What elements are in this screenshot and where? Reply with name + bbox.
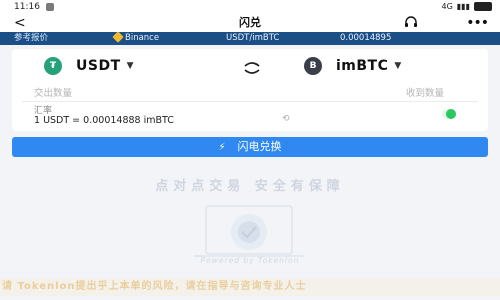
status-indicators: 4G ▮▮▮ [441,2,492,11]
more-icon[interactable]: ••• [466,14,489,32]
exchange-label: Binance [125,33,160,43]
status-time: 11:16 [14,2,40,12]
to-token-selector[interactable]: B imBTC ▼ [304,57,401,75]
binance-icon [112,31,124,43]
flash-swap-button[interactable]: ⚡ 闪电兑换 [12,137,488,157]
reference-price-bar: 参考报价 Binance USDT/imBTC 0.00014895 [0,31,500,45]
trading-pair: USDT/imBTC [226,33,280,43]
flash-swap-label: 闪电兑换 [237,140,282,153]
from-token-symbol: USDT [76,58,121,74]
lightning-icon: ⚡ [218,142,226,153]
chevron-down-icon: ▼ [394,61,402,71]
refresh-icon[interactable]: ⟲ [282,114,290,124]
battery-icon [474,2,492,11]
headset-icon[interactable] [404,16,418,30]
exchange-name: Binance [112,31,160,45]
chevron-down-icon: ▼ [126,61,134,71]
swap-direction-icon[interactable] [240,61,264,75]
swap-card: ₮ USDT ▼ B imBTC ▼ 交出数量 收到数量 汇率 1 USDT =… [12,49,488,131]
usdt-logo-icon: ₮ [44,57,62,75]
reference-price: 0.00014895 [340,33,392,43]
signal-icon: ▮▮▮ [456,2,470,11]
risk-disclaimer-marquee: 请 Tokenlon提出乎上本单的风险，请在指导与咨询专业人士 [0,278,500,296]
divider [22,101,478,102]
rate-toggle[interactable] [442,109,456,119]
notification-icon [46,3,54,11]
powered-by-label: Powered by Tokenlon [200,256,300,265]
status-bar: 11:16 4G ▮▮▮ [0,0,500,14]
from-amount-input[interactable]: 交出数量 [34,85,72,99]
to-token-symbol: imBTC [336,58,389,74]
from-token-selector[interactable]: ₮ USDT ▼ [44,57,134,75]
slogan: 点对点交易 安全有保障 [155,179,345,194]
page-title: 闪兑 [239,16,261,29]
imbtc-logo-icon: B [304,57,322,75]
to-amount-input[interactable]: 收到数量 [406,85,444,99]
toggle-knob [446,109,456,119]
rate-value: 1 USDT = 0.00014888 imBTC [34,115,174,126]
network-label: 4G [441,2,453,11]
nav-bar: < 闪兑 ••• [0,14,500,32]
reference-price-label: 参考报价 [14,33,49,43]
